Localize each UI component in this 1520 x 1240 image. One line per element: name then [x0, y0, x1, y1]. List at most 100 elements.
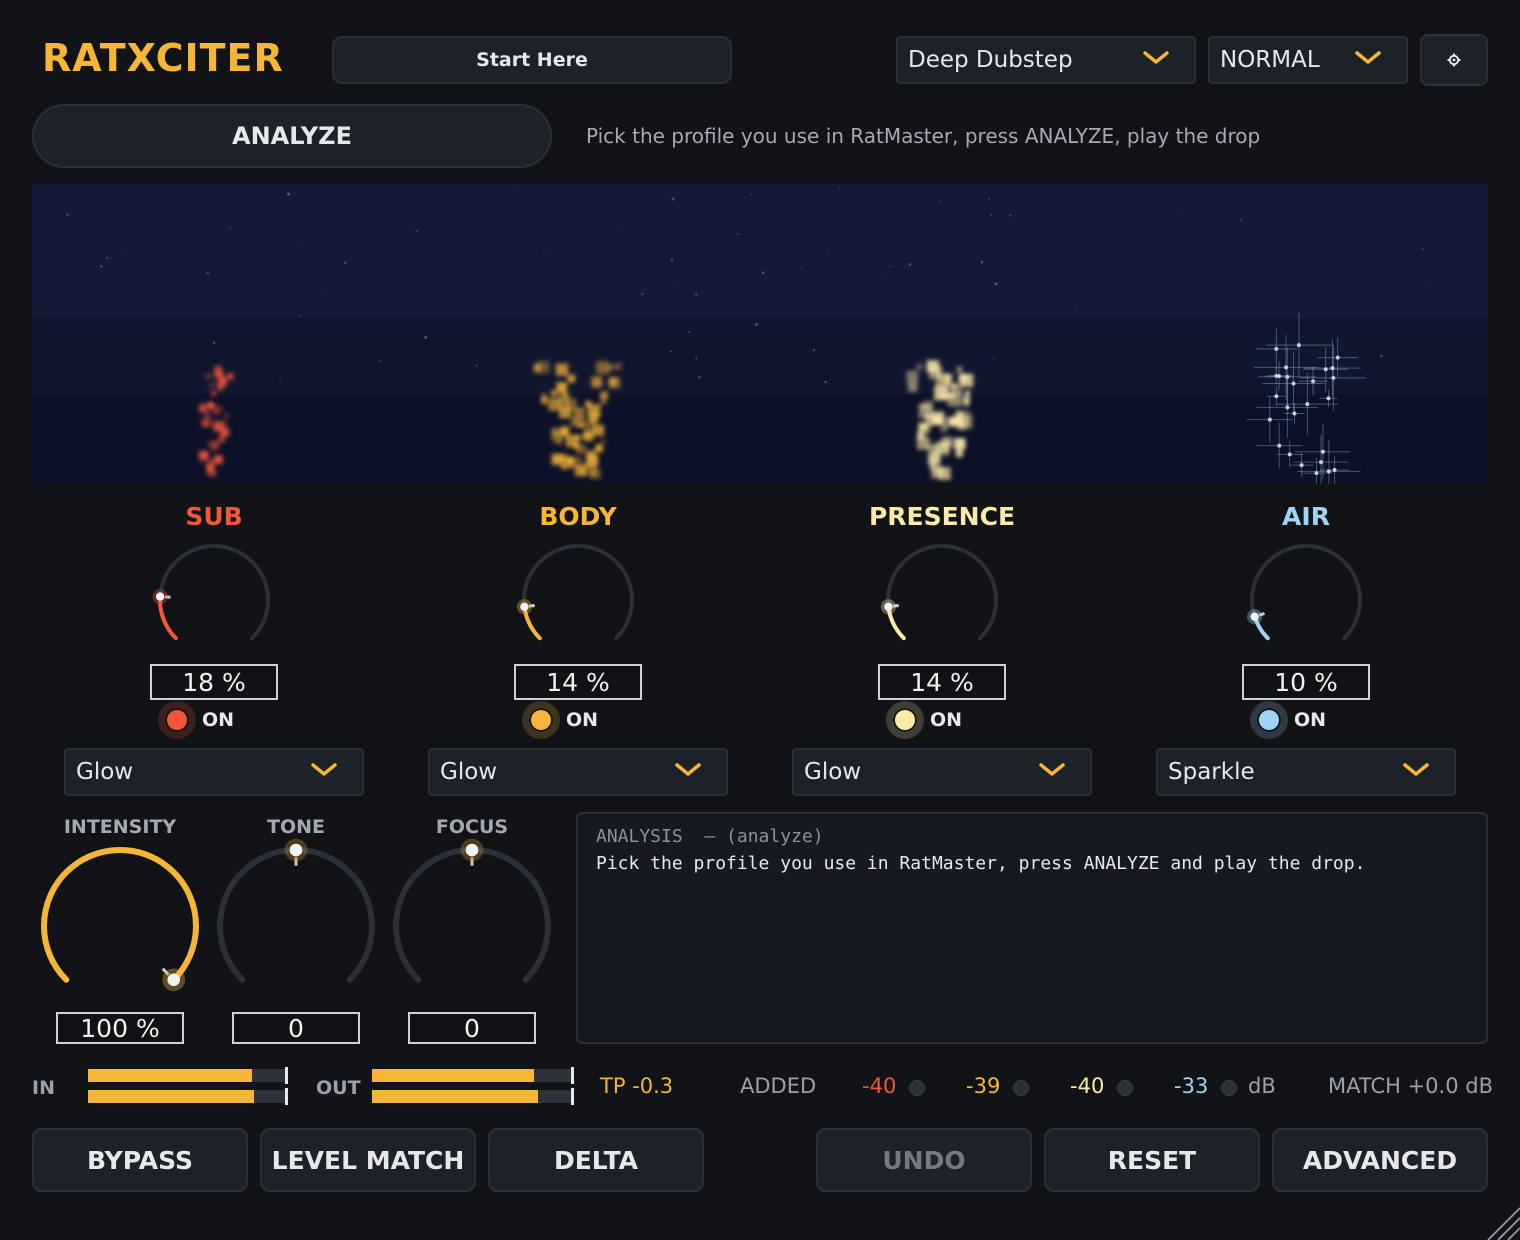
particle	[595, 445, 603, 453]
particle	[537, 361, 550, 373]
in-meter-left	[88, 1067, 288, 1084]
chevron-down-icon	[1143, 51, 1169, 64]
particle	[218, 436, 225, 443]
particle	[926, 360, 939, 373]
band-value-sub[interactable]: 18 %	[150, 664, 278, 700]
particle	[964, 390, 971, 396]
advanced-button[interactable]: ADVANCED	[1272, 1128, 1488, 1192]
star	[824, 380, 827, 384]
power-dot-icon	[158, 701, 196, 739]
particle	[567, 374, 576, 383]
sparkle	[1285, 405, 1290, 410]
band-toggle-label: ON	[202, 709, 235, 731]
sparkle	[1274, 394, 1279, 399]
resize-handle[interactable]	[1484, 1204, 1520, 1240]
star	[812, 348, 816, 352]
added-label: ADDED	[740, 1074, 817, 1098]
band-knob-air[interactable]	[1240, 534, 1372, 666]
star	[755, 323, 758, 326]
star	[344, 261, 347, 264]
particle	[945, 373, 953, 381]
start-here-button[interactable]: Start Here	[332, 36, 732, 84]
particle	[960, 373, 974, 387]
chevron-down-icon	[311, 763, 337, 776]
particle	[556, 382, 567, 393]
band-toggle-body[interactable]: ON	[522, 700, 598, 740]
band-value-presence[interactable]: 14 %	[878, 664, 1006, 700]
particle	[916, 363, 923, 370]
particle	[208, 402, 216, 410]
band-knob-sub[interactable]	[148, 534, 280, 666]
band-title-air: AIR	[1282, 502, 1330, 531]
band-toggle-air[interactable]: ON	[1250, 700, 1326, 740]
sparkle	[1277, 443, 1282, 448]
delta-button[interactable]: DELTA	[488, 1128, 704, 1192]
macro-label-intensity: INTENSITY	[63, 816, 177, 838]
undo-button[interactable]: UNDO	[816, 1128, 1032, 1192]
star	[939, 200, 942, 203]
star	[378, 359, 381, 362]
match-readout: MATCH +0.0 dB	[1328, 1074, 1493, 1098]
bypass-button[interactable]: BYPASS	[32, 1128, 248, 1192]
particle	[925, 419, 933, 428]
band-knob-wrap-sub	[148, 534, 280, 670]
reset-button[interactable]: RESET	[1044, 1128, 1260, 1192]
band-toggle-sub[interactable]: ON	[158, 700, 234, 740]
band-value-air[interactable]: 10 %	[1242, 664, 1370, 700]
star	[1421, 248, 1424, 250]
star	[277, 190, 279, 192]
band-value-body[interactable]: 14 %	[514, 664, 642, 700]
preset-dropdown[interactable]: Deep Dubstep	[896, 36, 1196, 84]
macro-knob-tone[interactable]	[206, 836, 386, 1016]
band-mode-dropdown-sub[interactable]: Glow	[64, 748, 364, 796]
particle	[918, 423, 925, 430]
particle	[608, 377, 617, 386]
sparkle	[1326, 396, 1331, 401]
out-meter-right	[372, 1088, 574, 1105]
particle	[956, 417, 969, 430]
true-peak-readout: TP -0.3	[600, 1074, 674, 1098]
macro-value-focus[interactable]: 0	[408, 1012, 536, 1044]
particle	[224, 413, 229, 418]
star	[980, 261, 983, 264]
particle	[945, 379, 952, 386]
particle	[199, 404, 208, 413]
band-knob-body[interactable]	[512, 534, 644, 666]
band-title-presence: PRESENCE	[868, 502, 1016, 531]
particle	[204, 411, 211, 418]
particle	[199, 450, 209, 461]
particle	[600, 398, 607, 405]
band-knob-presence[interactable]	[876, 534, 1008, 666]
settings-button[interactable]	[1420, 34, 1488, 86]
band-mode-dropdown-presence[interactable]: Glow	[792, 748, 1092, 796]
analyze-button[interactable]: ANALYZE	[32, 104, 552, 168]
band-title-body: BODY	[539, 502, 617, 531]
band-toggle-label: ON	[930, 709, 963, 731]
band-toggle-presence[interactable]: ON	[886, 700, 962, 740]
star	[620, 227, 623, 230]
level-match-button[interactable]: LEVEL MATCH	[260, 1128, 476, 1192]
analysis-heading: ANALYSIS — (analyze)	[596, 826, 824, 847]
particle	[573, 407, 585, 419]
band-mode-dropdown-air[interactable]: Sparkle	[1156, 748, 1456, 796]
sparkle	[1320, 449, 1325, 454]
added-body-value: -39	[966, 1074, 1001, 1098]
star	[641, 292, 644, 296]
mode-dropdown[interactable]: NORMAL	[1208, 36, 1408, 84]
particle	[906, 370, 919, 383]
band-mode-dropdown-body[interactable]: Glow	[428, 748, 728, 796]
db-unit-label: dB	[1248, 1074, 1276, 1098]
macro-knob-intensity[interactable]	[30, 836, 210, 1016]
particle	[956, 366, 963, 373]
sparkle	[1326, 469, 1331, 474]
star	[475, 364, 478, 367]
macro-value-intensity[interactable]: 100 %	[56, 1012, 184, 1044]
particle	[556, 438, 562, 445]
star	[994, 282, 998, 286]
band-mode-value: Glow	[440, 759, 498, 785]
macro-knob-focus[interactable]	[382, 836, 562, 1016]
star	[694, 293, 698, 297]
out-meter-left	[372, 1067, 574, 1084]
macro-value-tone[interactable]: 0	[232, 1012, 360, 1044]
star	[106, 256, 109, 259]
